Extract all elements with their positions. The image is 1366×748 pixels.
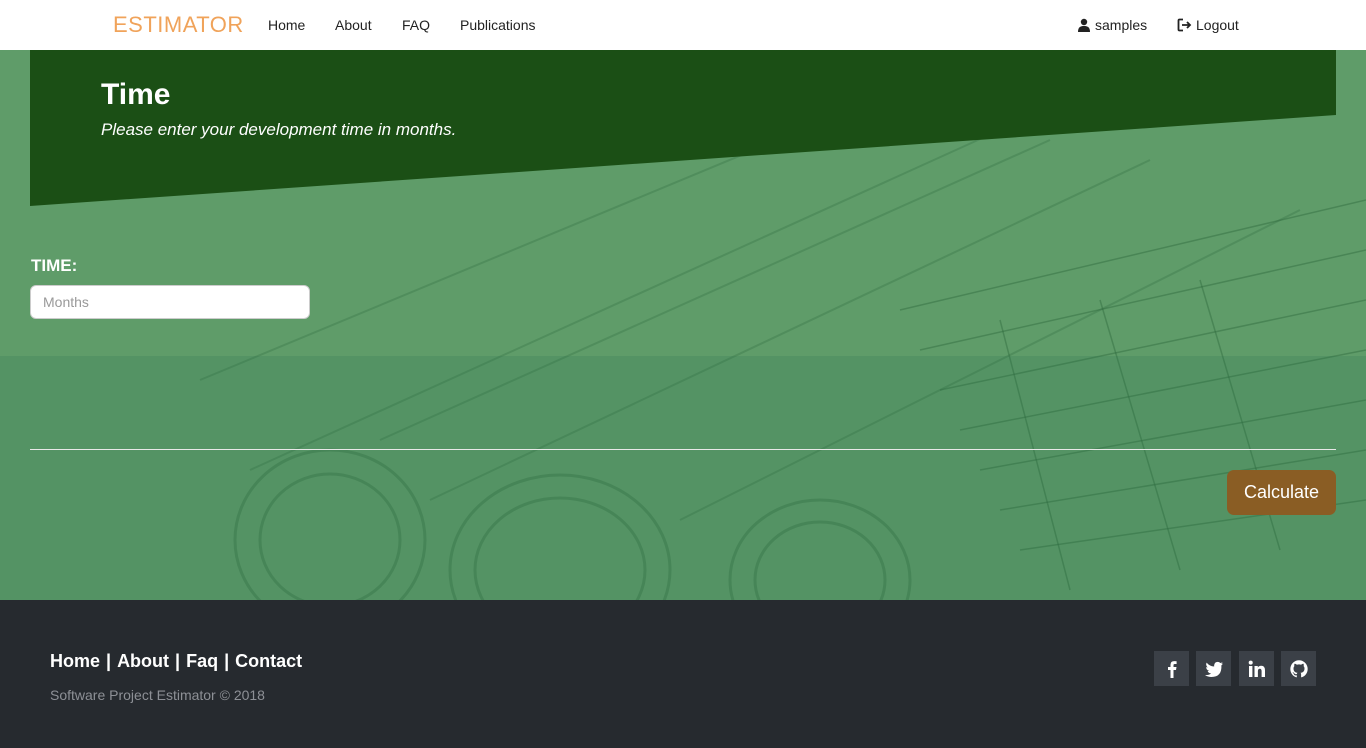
logout-label: Logout <box>1196 17 1239 33</box>
logout-link[interactable]: Logout <box>1177 17 1239 33</box>
footer-separator: | <box>175 651 181 671</box>
footer-contact-link[interactable]: Contact <box>235 651 302 672</box>
footer-home-link[interactable]: Home <box>50 651 100 672</box>
facebook-button[interactable] <box>1154 651 1189 686</box>
nav-home-link[interactable]: Home <box>268 17 305 33</box>
github-button[interactable] <box>1281 651 1316 686</box>
logout-icon <box>1177 18 1192 32</box>
page-title: Time <box>101 78 171 111</box>
time-label: TIME: <box>31 256 78 275</box>
user-icon <box>1077 18 1091 32</box>
footer-separator: | <box>106 651 112 671</box>
background-band <box>0 356 1366 600</box>
user-name: samples <box>1095 17 1148 33</box>
twitter-button[interactable] <box>1196 651 1231 686</box>
form-divider <box>30 449 1336 450</box>
footer-links: Home | About | Faq | Contact <box>50 651 302 672</box>
footer-faq-link[interactable]: Faq <box>186 651 218 672</box>
nav-faq-link[interactable]: FAQ <box>402 17 430 33</box>
calculate-button[interactable]: Calculate <box>1227 470 1336 515</box>
brand-logo[interactable]: ESTIMATOR <box>113 12 244 38</box>
copyright-text: Software Project Estimator © 2018 <box>50 687 265 703</box>
nav-publications-link[interactable]: Publications <box>460 17 536 33</box>
footer-about-link[interactable]: About <box>117 651 169 672</box>
page-subtitle: Please enter your development time in mo… <box>101 120 457 139</box>
linkedin-icon <box>1248 660 1265 677</box>
navbar: ESTIMATOR Home About FAQ Publications sa… <box>0 0 1366 50</box>
facebook-icon <box>1167 660 1177 678</box>
time-input[interactable] <box>30 285 310 319</box>
nav-about-link[interactable]: About <box>335 17 372 33</box>
linkedin-button[interactable] <box>1239 651 1274 686</box>
footer-separator: | <box>224 651 230 671</box>
user-link[interactable]: samples <box>1077 17 1147 33</box>
github-icon <box>1289 659 1308 677</box>
twitter-icon <box>1204 661 1223 677</box>
